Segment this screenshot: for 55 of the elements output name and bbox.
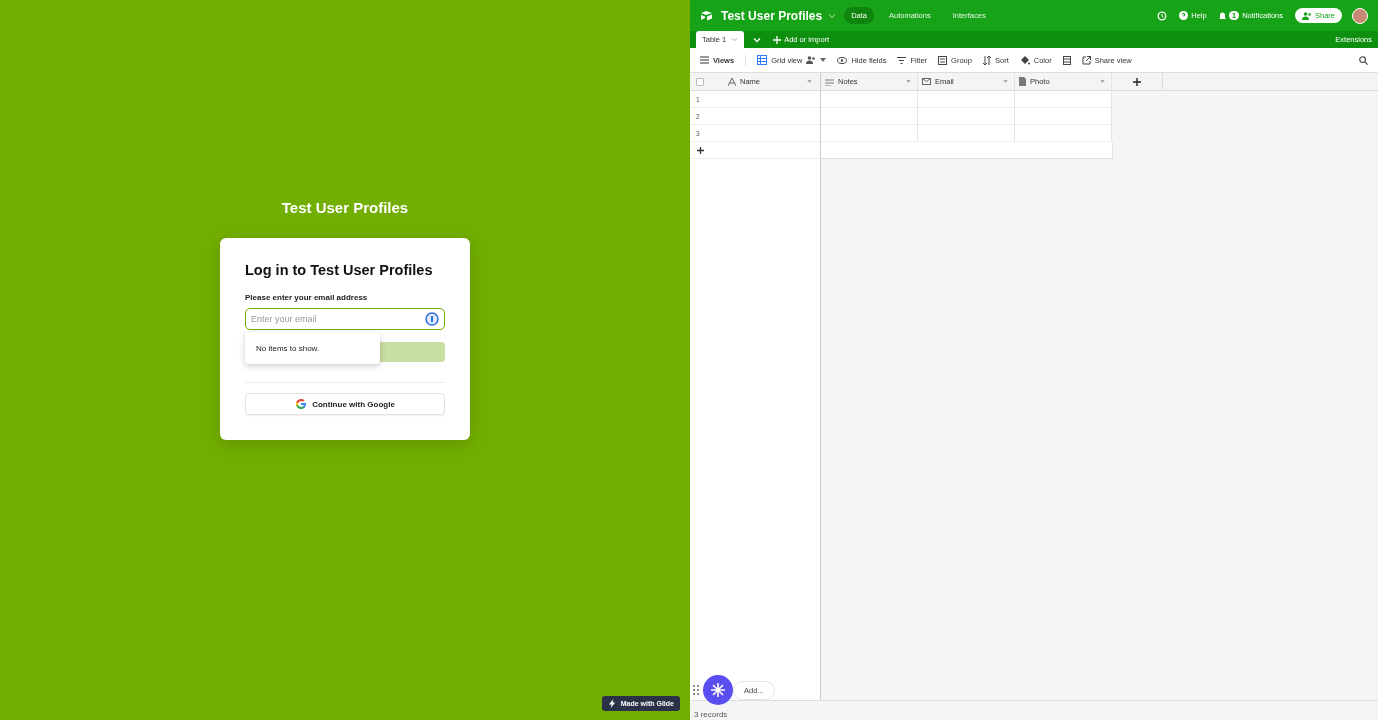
- add-row-bar[interactable]: [821, 142, 1113, 159]
- caret-icon: [820, 58, 827, 62]
- history-icon[interactable]: [1157, 10, 1168, 21]
- caret-icon: [807, 80, 812, 83]
- people-icon: [1302, 11, 1312, 20]
- empty-message: No items to show.: [256, 343, 320, 353]
- filter-icon: [897, 56, 907, 64]
- row-height-icon[interactable]: [1062, 55, 1071, 65]
- table-cell[interactable]: [1015, 125, 1112, 142]
- notification-count: 1: [1228, 11, 1240, 20]
- select-all-checkbox[interactable]: [696, 77, 704, 86]
- sparkle-icon: [711, 683, 725, 697]
- email-field[interactable]: Enter your email: [245, 308, 445, 330]
- grid-icon: [757, 55, 768, 65]
- table-cell[interactable]: [821, 91, 918, 108]
- chevron-down-icon: [731, 37, 739, 42]
- table-cell[interactable]: [821, 108, 918, 125]
- add-field-icon[interactable]: [1133, 77, 1141, 86]
- logo-icon: [700, 10, 713, 21]
- user-avatar[interactable]: [1352, 7, 1368, 24]
- app-title: Test User Profiles: [281, 199, 409, 216]
- search-icon[interactable]: [1359, 55, 1368, 65]
- text-field-icon: [728, 77, 736, 86]
- long-text-icon: [825, 77, 834, 86]
- group-icon: [938, 55, 948, 65]
- sort-icon: [982, 55, 991, 65]
- caret-icon: [1100, 80, 1105, 83]
- bell-icon: [1218, 11, 1226, 20]
- login-heading: Log in to Test User Profiles: [245, 262, 434, 278]
- bolt-icon: [607, 699, 617, 708]
- table-cell[interactable]: [821, 125, 918, 142]
- table-cell[interactable]: [918, 91, 1015, 108]
- caret-icon: [1003, 80, 1008, 83]
- help-icon: [1179, 11, 1189, 20]
- menu-icon: [700, 56, 709, 64]
- table-cell[interactable]: [1015, 108, 1112, 125]
- google-icon: [295, 398, 308, 410]
- email-icon: [922, 78, 931, 85]
- table-cell[interactable]: [918, 125, 1015, 142]
- caret-icon: [906, 80, 911, 83]
- drag-handle-icon[interactable]: [693, 685, 699, 695]
- add-row-icon[interactable]: [697, 146, 704, 154]
- email-label: Please enter your email address: [245, 293, 369, 302]
- chevron-down-icon[interactable]: [828, 12, 837, 19]
- table-cell[interactable]: [1015, 91, 1112, 108]
- plus-icon: [773, 35, 782, 44]
- eye-icon: [837, 56, 848, 64]
- share-icon: [1081, 55, 1091, 65]
- people-icon: [806, 56, 817, 64]
- file-icon: [1019, 77, 1026, 86]
- google-signin-button[interactable]: Continue with Google: [245, 393, 445, 415]
- record-count: 3 records: [694, 710, 728, 719]
- table-cell[interactable]: [918, 108, 1015, 125]
- password-manager-icon[interactable]: [425, 312, 439, 326]
- paint-bucket-icon: [1019, 55, 1030, 65]
